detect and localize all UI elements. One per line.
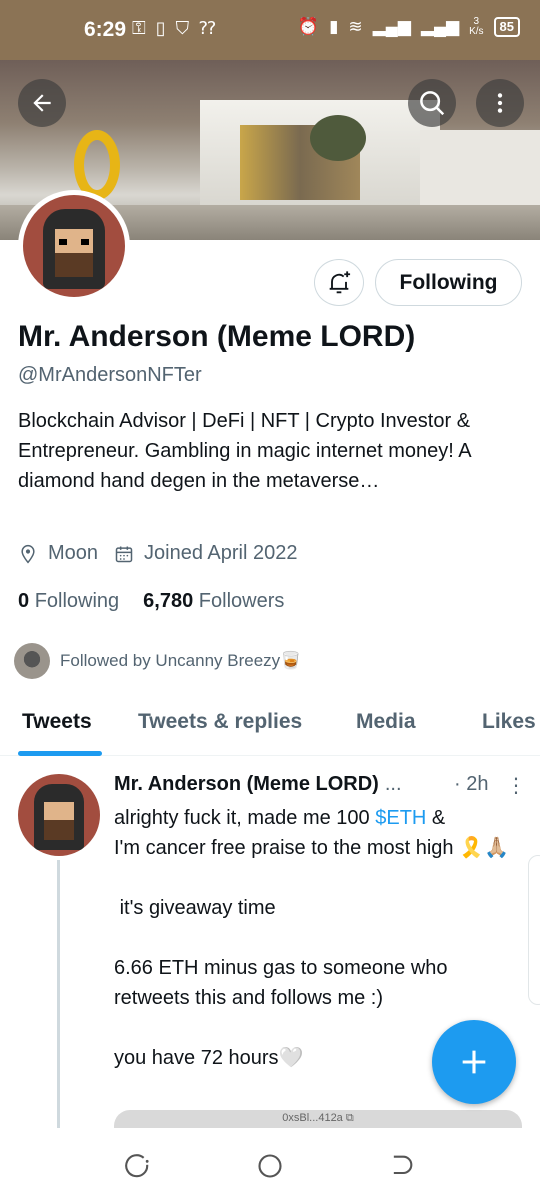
tab-media[interactable]: Media bbox=[356, 710, 416, 734]
compose-tweet-button[interactable] bbox=[432, 1020, 516, 1104]
home-icon[interactable] bbox=[256, 1152, 284, 1180]
location-pin-icon bbox=[21, 544, 35, 563]
back-nav-icon[interactable] bbox=[388, 1152, 416, 1180]
status-icons-right: ⏰ ▮ ≋ ▂▄▆ ▂▄▆ 3 K/s 85 bbox=[298, 17, 520, 37]
tweet-avatar[interactable] bbox=[18, 774, 100, 856]
tweet-author[interactable]: Mr. Anderson (Meme LORD) bbox=[114, 773, 379, 795]
tweet-avatar-beard bbox=[44, 820, 74, 840]
banner-tree bbox=[310, 115, 366, 161]
more-vertical-icon bbox=[497, 93, 503, 113]
status-icons-left: ⚿ ▯ ⛉ ⁇ bbox=[132, 18, 216, 39]
followers-label: Followers bbox=[198, 590, 285, 612]
profile-tabs: Tweets Tweets & replies Media Likes bbox=[0, 700, 540, 756]
more-options-button[interactable] bbox=[476, 79, 524, 127]
following-label: Following bbox=[34, 590, 120, 612]
vibrate-icon: ▮ bbox=[329, 17, 339, 36]
profile-counts: 0 Following 6,780 Followers bbox=[18, 590, 284, 613]
following-count: 0 bbox=[18, 590, 30, 612]
tweet-author-ellipsis: ... bbox=[384, 773, 402, 795]
search-icon bbox=[420, 91, 445, 116]
network-speed-unit: K/s bbox=[469, 26, 484, 37]
tab-tweets-replies[interactable]: Tweets & replies bbox=[138, 710, 302, 734]
location-text: Moon bbox=[48, 542, 99, 564]
followed-by[interactable]: Followed by Uncanny Breezy🥃 bbox=[14, 643, 301, 679]
back-button[interactable] bbox=[18, 79, 66, 127]
network-speed: 3 K/s bbox=[469, 17, 483, 37]
edge-panel-handle[interactable] bbox=[528, 855, 540, 1005]
battery-indicator: 85 bbox=[493, 17, 520, 37]
profile-joined: Joined April 2022 bbox=[114, 542, 297, 565]
active-tab-indicator bbox=[18, 751, 102, 756]
tweet-more-button[interactable]: ⋮ bbox=[506, 773, 526, 798]
profile-meta: Moon Joined April 2022 bbox=[18, 542, 313, 565]
search-button[interactable] bbox=[408, 79, 456, 127]
plus-icon bbox=[462, 1050, 486, 1074]
followed-by-text: Followed by Uncanny Breezy🥃 bbox=[60, 651, 302, 670]
profile-avatar[interactable] bbox=[18, 190, 130, 302]
tweet-text-1: alrighty fuck it, made me 100 bbox=[114, 807, 376, 829]
wifi-icon: ≋ bbox=[348, 17, 363, 36]
status-bar: 6:29 ⚿ ▯ ⛉ ⁇ ⏰ ▮ ≋ ▂▄▆ ▂▄▆ 3 K/s 85 bbox=[0, 0, 540, 60]
calendar-icon bbox=[115, 546, 133, 562]
joined-text: Joined April 2022 bbox=[144, 542, 298, 564]
following-button[interactable]: Following bbox=[375, 259, 522, 306]
thread-line bbox=[57, 860, 60, 1130]
following-count-link[interactable]: 0 Following bbox=[18, 590, 119, 613]
alarm-icon: ⏰ bbox=[297, 17, 320, 36]
tab-tweets[interactable]: Tweets bbox=[22, 710, 92, 734]
signal-icon: ▂▄▆ bbox=[372, 17, 411, 36]
profile-handle: @MrAndersonNFTer bbox=[18, 364, 202, 386]
bell-plus-icon bbox=[329, 270, 351, 293]
shield-icon: ⛉ bbox=[175, 18, 190, 38]
avatar-beard bbox=[55, 253, 93, 277]
arrow-left-icon bbox=[33, 94, 51, 112]
followers-count-link[interactable]: 6,780 Followers bbox=[143, 590, 284, 613]
tweet-header: Mr. Anderson (Meme LORD)... · 2h ⋮ bbox=[114, 773, 526, 798]
profile-location: Moon bbox=[18, 542, 98, 565]
profile-display-name: Mr. Anderson (Meme LORD) bbox=[18, 320, 416, 353]
follower-avatar bbox=[14, 643, 50, 679]
cashtag-eth[interactable]: $ETH bbox=[375, 807, 426, 829]
key-icon: ⚿ bbox=[132, 18, 146, 38]
signal-off-icon: ⁇ bbox=[199, 18, 216, 38]
status-time: 6:29 bbox=[84, 18, 127, 41]
system-nav-bar bbox=[0, 1128, 540, 1200]
profile-bio: Blockchain Advisor | DeFi | NFT | Crypto… bbox=[18, 410, 471, 492]
followers-count: 6,780 bbox=[143, 590, 194, 612]
phone-icon: ▯ bbox=[155, 18, 166, 38]
signal-2-icon: ▂▄▆ bbox=[420, 17, 460, 36]
media-caption: 0xsBl...412a bbox=[282, 1112, 343, 1124]
tweet-time: · 2h bbox=[454, 773, 489, 795]
recent-apps-icon[interactable] bbox=[125, 1152, 153, 1180]
avatar-eyes bbox=[59, 239, 89, 245]
tab-likes[interactable]: Likes bbox=[482, 710, 536, 734]
notify-button[interactable] bbox=[314, 259, 364, 306]
